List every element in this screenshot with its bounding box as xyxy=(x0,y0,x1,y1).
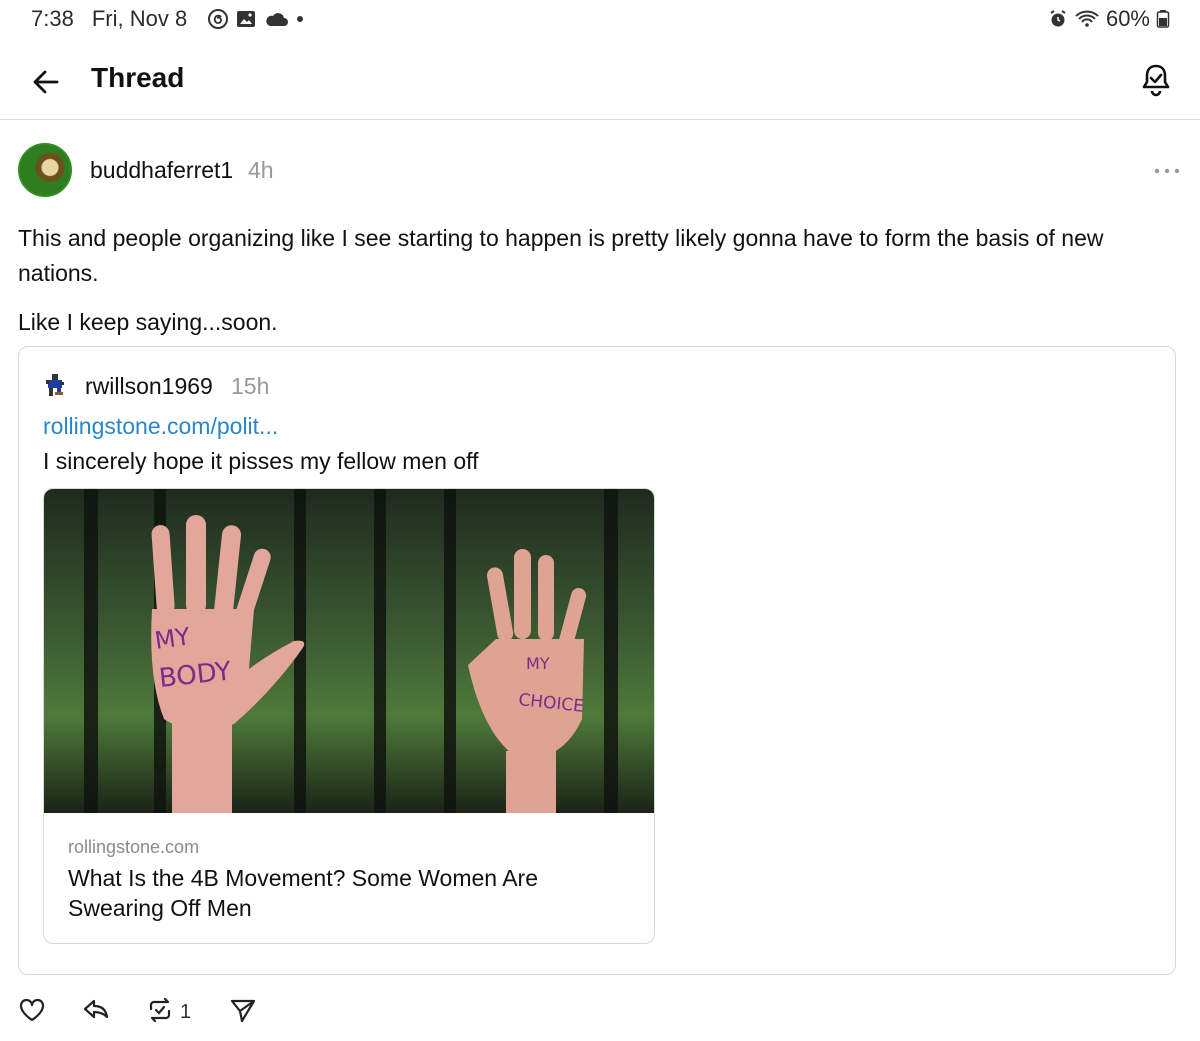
battery-icon xyxy=(1156,9,1170,29)
status-date: Fri, Nov 8 xyxy=(91,6,188,31)
send-icon xyxy=(229,996,257,1029)
avatar[interactable] xyxy=(18,143,72,197)
link-preview-card[interactable]: MY BODY MY CHOICE rollingstone.com What … xyxy=(43,488,655,944)
notification-icons xyxy=(207,8,305,30)
post-time: 4h xyxy=(248,157,274,183)
dot-icon xyxy=(295,14,305,24)
quoted-post[interactable]: rwillson1969 15h rollingstone.com/polit.… xyxy=(18,346,1176,975)
quoted-link[interactable]: rollingstone.com/polit... xyxy=(43,413,278,440)
heart-icon xyxy=(18,996,46,1029)
quoted-text: I sincerely hope it pisses my fellow men… xyxy=(43,448,479,474)
more-button[interactable] xyxy=(1150,161,1184,181)
gallery-icon xyxy=(235,8,257,30)
post-body: This and people organizing like I see st… xyxy=(18,221,1168,340)
alarm-icon xyxy=(1048,9,1068,29)
quoted-time: 15h xyxy=(231,373,270,399)
back-arrow-icon xyxy=(26,70,66,106)
bell-check-icon xyxy=(1136,64,1176,104)
back-button[interactable] xyxy=(26,62,66,102)
repost-count: 1 xyxy=(180,1000,192,1023)
app-bar: Thread xyxy=(0,42,1200,120)
repost-button[interactable]: 1 xyxy=(146,996,191,1029)
threads-icon xyxy=(207,8,229,30)
page-title: Thread xyxy=(91,62,185,93)
cloud-icon xyxy=(263,9,289,29)
quoted-author[interactable]: rwillson1969 xyxy=(85,373,213,400)
status-bar: 7:38 Fri, Nov 8 60% xyxy=(0,0,1200,38)
image-text-left: MY xyxy=(153,622,192,655)
post-paragraph: This and people organizing like I see st… xyxy=(18,225,1104,286)
reply-icon xyxy=(82,996,110,1029)
status-right: 60% xyxy=(1048,6,1170,32)
post-actions: 1 xyxy=(18,994,257,1030)
status-time: 7:38 xyxy=(31,6,74,31)
link-preview-domain: rollingstone.com xyxy=(68,837,200,857)
like-button[interactable] xyxy=(18,996,46,1029)
post-paragraph: Like I keep saying...soon. xyxy=(18,309,278,335)
repost-icon xyxy=(146,996,174,1029)
post-author[interactable]: buddhaferret1 xyxy=(90,157,233,184)
link-preview-image: MY BODY MY CHOICE xyxy=(44,489,654,813)
status-left: 7:38 Fri, Nov 8 xyxy=(31,6,305,32)
reply-button[interactable] xyxy=(82,996,110,1029)
link-preview-title: What Is the 4B Movement? Some Women Are … xyxy=(68,865,539,921)
wifi-icon xyxy=(1074,9,1100,29)
battery-percent: 60% xyxy=(1105,6,1150,31)
svg-text:MY: MY xyxy=(526,654,550,673)
more-icon xyxy=(1150,168,1184,185)
share-button[interactable] xyxy=(229,996,257,1029)
notify-button[interactable] xyxy=(1136,60,1176,100)
quoted-avatar[interactable] xyxy=(43,372,67,398)
